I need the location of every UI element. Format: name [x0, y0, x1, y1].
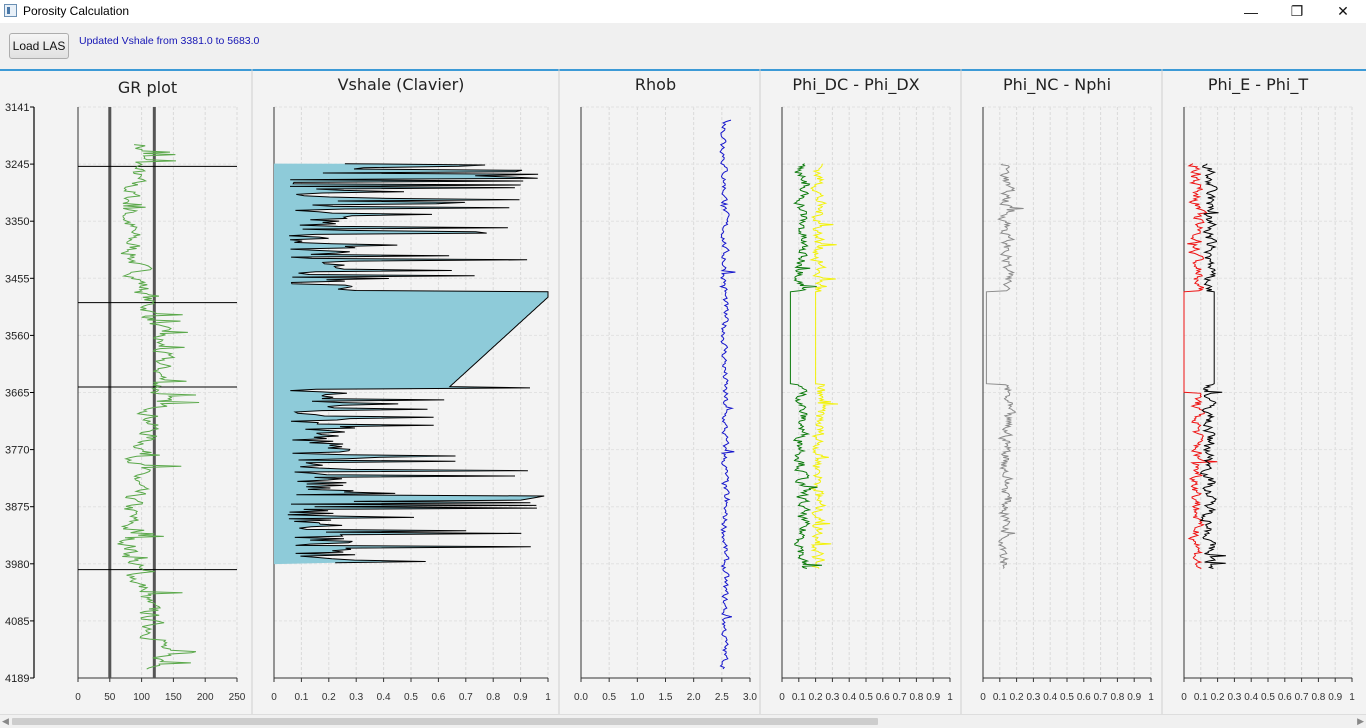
- app-icon: [4, 4, 17, 17]
- depth-tick-label: 3665: [5, 388, 29, 400]
- x-tick-label: 0.2: [1010, 692, 1024, 703]
- x-tick-label: 250: [229, 692, 246, 703]
- depth-tick-label: 3350: [5, 216, 29, 228]
- depth-tick-label: 3560: [5, 330, 29, 342]
- x-tick-label: 0.0: [574, 692, 588, 703]
- depth-tick-label: 4189: [5, 673, 29, 685]
- x-tick-label: 0.6: [431, 692, 445, 703]
- x-tick-label: 0.5: [404, 692, 418, 703]
- x-tick-label: 0.7: [893, 692, 907, 703]
- x-tick-label: 0.6: [1278, 692, 1292, 703]
- x-tick-label: 0.5: [1060, 692, 1074, 703]
- title-bar: Porosity Calculation — ❐ ✕: [0, 0, 1366, 23]
- x-tick-label: 0.7: [1295, 692, 1309, 703]
- scrollbar-thumb[interactable]: [12, 718, 878, 725]
- x-tick-label: 0.2: [322, 692, 336, 703]
- x-tick-label: 0.4: [377, 692, 391, 703]
- x-tick-label: 1: [1349, 692, 1355, 703]
- x-tick-label: 0.2: [809, 692, 823, 703]
- x-tick-label: 0.4: [1244, 692, 1258, 703]
- depth-tick-label: 3141: [5, 102, 29, 114]
- gr-series: [117, 144, 200, 670]
- x-tick-label: 1: [545, 692, 551, 703]
- x-tick-label: 150: [165, 692, 182, 703]
- track-title: Phi_NC - Nphi: [1003, 75, 1111, 95]
- x-tick-label: 100: [133, 692, 150, 703]
- x-tick-label: 0.8: [486, 692, 500, 703]
- scroll-right-icon[interactable]: ▶: [1357, 716, 1364, 727]
- x-tick-label: 2.0: [687, 692, 701, 703]
- depth-tick-label: 3770: [5, 445, 29, 457]
- x-tick-label: 0.6: [1077, 692, 1091, 703]
- x-tick-label: 200: [197, 692, 214, 703]
- x-tick-label: 1.0: [630, 692, 644, 703]
- x-tick-label: 0.4: [842, 692, 856, 703]
- x-tick-label: 0.9: [1127, 692, 1141, 703]
- x-tick-label: 0.9: [926, 692, 940, 703]
- x-tick-label: 0.5: [859, 692, 873, 703]
- phi-nc-series: [985, 163, 1024, 569]
- close-button[interactable]: ✕: [1320, 0, 1366, 23]
- track-title: Vshale (Clavier): [338, 75, 465, 94]
- rhob-series: [719, 119, 736, 670]
- depth-tick-label: 3245: [5, 159, 29, 171]
- scroll-left-icon[interactable]: ◀: [2, 716, 9, 727]
- x-tick-label: 0.6: [876, 692, 890, 703]
- x-tick-label: 1: [1148, 692, 1154, 703]
- horizontal-scrollbar[interactable]: ◀ ▶: [0, 714, 1366, 728]
- x-tick-label: 0.1: [1194, 692, 1208, 703]
- x-tick-label: 0.5: [602, 692, 616, 703]
- x-tick-label: 0: [779, 692, 785, 703]
- x-tick-label: 2.5: [715, 692, 729, 703]
- x-tick-label: 0.7: [1094, 692, 1108, 703]
- x-tick-label: 0.8: [1110, 692, 1124, 703]
- log-tracks: 3141 3245 3350 3455 3560 3665 3770 3875 3980 4085…: [5, 69, 1355, 714]
- x-tick-label: 3.0: [743, 692, 757, 703]
- depth-tick-label: 3455: [5, 273, 29, 285]
- x-tick-label: 0.8: [909, 692, 923, 703]
- x-tick-label: 0.7: [459, 692, 473, 703]
- x-tick-label: 0.1: [294, 692, 308, 703]
- status-message: Updated Vshale from 3381.0 to 5683.0: [79, 35, 260, 47]
- depth-tick-label: 3875: [5, 502, 29, 514]
- minimize-button[interactable]: —: [1228, 0, 1274, 23]
- x-tick-label: 0.1: [792, 692, 806, 703]
- depth-tick-label: 4085: [5, 616, 29, 628]
- x-tick-label: 0.8: [1311, 692, 1325, 703]
- x-tick-label: 1: [947, 692, 953, 703]
- x-tick-label: 0.1: [993, 692, 1007, 703]
- x-tick-label: 1.5: [659, 692, 673, 703]
- x-tick-label: 0: [75, 692, 81, 703]
- window-title: Porosity Calculation: [23, 4, 130, 18]
- track-title: GR plot: [118, 78, 177, 97]
- x-tick-label: 0.4: [1043, 692, 1057, 703]
- x-tick-label: 0.3: [349, 692, 363, 703]
- x-tick-label: 0: [1181, 692, 1187, 703]
- track-title: Rhob: [635, 75, 676, 94]
- x-tick-label: 0.3: [1227, 692, 1241, 703]
- restore-button[interactable]: ❐: [1274, 0, 1320, 23]
- x-tick-label: 0.9: [514, 692, 528, 703]
- x-tick-label: 0.3: [825, 692, 839, 703]
- x-tick-label: 0: [980, 692, 986, 703]
- load-las-button[interactable]: Load LAS: [9, 33, 69, 59]
- track-title: Phi_DC - Phi_DX: [792, 75, 919, 95]
- track-title: Phi_E - Phi_T: [1208, 75, 1309, 95]
- toolbar: Load LAS Updated Vshale from 3381.0 to 5…: [0, 23, 1366, 69]
- x-tick-label: 0.9: [1328, 692, 1342, 703]
- depth-tick-label: 3980: [5, 559, 29, 571]
- x-tick-label: 0.3: [1026, 692, 1040, 703]
- x-tick-label: 0.5: [1261, 692, 1275, 703]
- phi-t-series: [1199, 163, 1226, 569]
- x-tick-label: 0: [271, 692, 277, 703]
- x-tick-label: 50: [104, 692, 116, 703]
- x-tick-label: 0.2: [1211, 692, 1225, 703]
